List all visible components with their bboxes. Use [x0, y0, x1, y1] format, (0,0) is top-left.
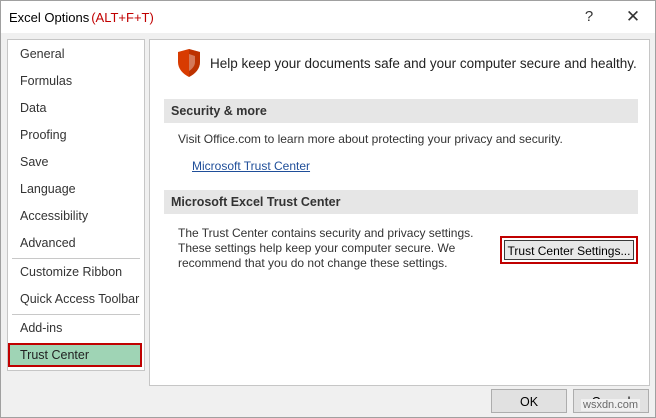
security-description: Visit Office.com to learn more about pro…	[178, 132, 563, 146]
shield-icon	[178, 49, 200, 77]
trust-center-description: The Trust Center contains security and p…	[178, 226, 474, 270]
help-button[interactable]: ?	[579, 6, 599, 28]
dialog-title: Excel Options (ALT+F+T)	[9, 10, 154, 25]
excel-options-dialog: Excel Options (ALT+F+T) ? ✕ General Formu…	[0, 0, 656, 418]
sidebar-divider	[12, 258, 140, 259]
sidebar-item-quick-access-toolbar[interactable]: Quick Access Toolbar	[10, 287, 142, 311]
sidebar-item-save[interactable]: Save	[10, 150, 142, 174]
sidebar-item-advanced[interactable]: Advanced	[10, 231, 142, 255]
sidebar-item-trust-center[interactable]: Trust Center	[10, 343, 142, 367]
title-shortcut-annotation: (ALT+F+T)	[91, 10, 154, 25]
sidebar-item-add-ins[interactable]: Add-ins	[10, 316, 142, 340]
options-sidebar: General Formulas Data Proofing Save Lang…	[7, 39, 145, 371]
trust-center-settings-label: Trust Center Settings...	[504, 240, 634, 260]
title-bar: Excel Options (ALT+F+T) ? ✕	[1, 1, 655, 33]
close-button[interactable]: ✕	[621, 6, 645, 28]
sidebar-divider	[12, 314, 140, 315]
trust-center-settings-button[interactable]: Trust Center Settings...	[500, 236, 638, 264]
watermark: wsxdn.com	[581, 399, 641, 411]
page-headline: Help keep your documents safe and your c…	[210, 56, 637, 71]
sidebar-item-language[interactable]: Language	[10, 177, 142, 201]
ok-button[interactable]: OK	[491, 389, 567, 413]
dialog-title-text: Excel Options	[9, 10, 90, 25]
sidebar-item-general[interactable]: General	[10, 42, 142, 66]
trust-center-panel: Help keep your documents safe and your c…	[149, 39, 650, 386]
sidebar-item-formulas[interactable]: Formulas	[10, 69, 142, 93]
trust-center-section-header: Microsoft Excel Trust Center	[164, 190, 638, 214]
sidebar-item-data[interactable]: Data	[10, 96, 142, 120]
sidebar-item-accessibility[interactable]: Accessibility	[10, 204, 142, 228]
sidebar-item-proofing[interactable]: Proofing	[10, 123, 142, 147]
microsoft-trust-center-link[interactable]: Microsoft Trust Center	[192, 159, 310, 173]
sidebar-item-customize-ribbon[interactable]: Customize Ribbon	[10, 260, 142, 284]
security-section-header: Security & more	[164, 99, 638, 123]
